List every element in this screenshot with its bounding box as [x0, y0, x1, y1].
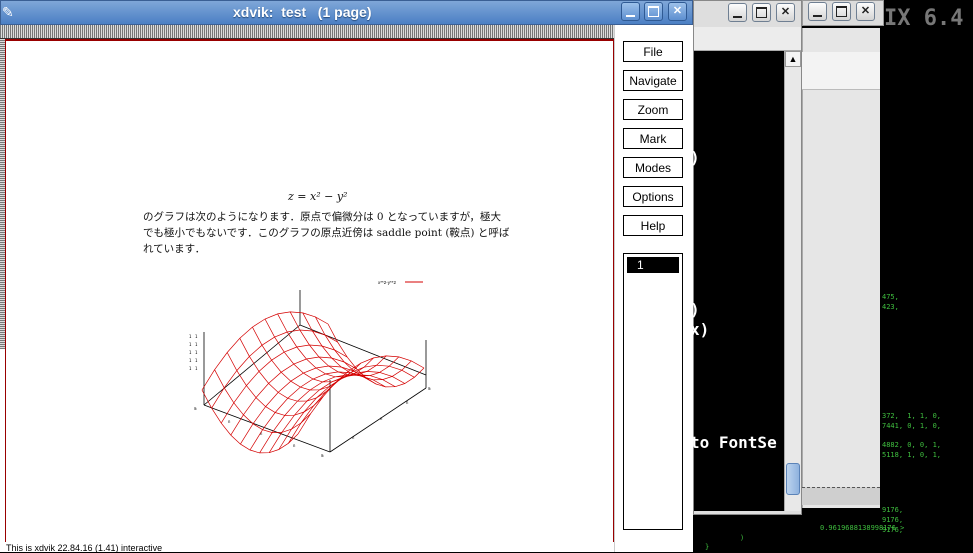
- minimize-icon[interactable]: [728, 3, 747, 22]
- bg-line-11: ): [740, 534, 745, 542]
- mesh-line: [278, 371, 405, 450]
- svg-text:1: 1: [195, 366, 198, 371]
- help-button[interactable]: Help: [623, 215, 683, 236]
- legend: x**2-y**2: [378, 280, 423, 285]
- mesh-line: [201, 311, 329, 391]
- svg-text:m: m: [321, 453, 324, 458]
- z-tick-labels: 111 111 1111 mnnnm nnnm: [189, 334, 431, 458]
- mesh-line: [230, 356, 357, 436]
- bg-terminal-dash: [802, 487, 880, 505]
- close-icon[interactable]: [776, 3, 795, 22]
- svg-text:n: n: [293, 443, 296, 448]
- scroll-thumb[interactable]: [786, 463, 800, 495]
- file-button[interactable]: File: [623, 41, 683, 62]
- svg-text:1: 1: [195, 342, 198, 347]
- mesh-line: [239, 338, 337, 402]
- desktop-logo: IX 6.4: [884, 6, 964, 31]
- close-icon[interactable]: [856, 2, 875, 21]
- mesh-line: [302, 312, 400, 377]
- page-list-item[interactable]: 1: [627, 257, 679, 273]
- svg-text:1: 1: [189, 342, 192, 347]
- mark-button[interactable]: Mark: [623, 128, 683, 149]
- svg-text:1: 1: [189, 334, 192, 339]
- bg-line-8: 9176,: [882, 516, 904, 524]
- bg-line-4: 7441, 0, 1, 0,: [882, 422, 942, 430]
- navigate-button[interactable]: Navigate: [623, 70, 683, 91]
- mesh-line: [277, 313, 374, 378]
- maximize-icon[interactable]: [752, 3, 771, 22]
- bg-terminal-panel: [802, 28, 880, 508]
- xdvik-window: ✎ xdvik: test (1 page) z = x² − y² のグラフは…: [0, 0, 693, 553]
- svg-text:1: 1: [195, 350, 198, 355]
- equation: z = x² − y²: [288, 190, 348, 203]
- bg-line-1: 475,: [882, 293, 899, 301]
- maximize-icon[interactable]: [832, 2, 851, 21]
- close-icon[interactable]: [668, 2, 687, 21]
- bg-line-2: 423,: [882, 303, 899, 311]
- legend-label: x**2-y**2: [378, 280, 397, 285]
- svg-text:1: 1: [189, 366, 192, 371]
- svg-text:m: m: [428, 386, 431, 391]
- svg-text:m: m: [194, 406, 197, 411]
- scroll-up-icon[interactable]: ▲: [785, 51, 801, 67]
- terminal-tabstrip: [694, 27, 801, 51]
- svg-text:n: n: [228, 419, 231, 424]
- bg-line-6: 5118, 1, 0, 1,: [882, 451, 942, 459]
- bg-line-12: }: [705, 543, 710, 551]
- mesh-line: [226, 352, 324, 416]
- mesh-line: [288, 364, 415, 444]
- minimize-icon[interactable]: [621, 2, 640, 21]
- window-title: xdvik: test (1 page): [233, 4, 372, 20]
- bg-terminal-toolbar: [802, 52, 880, 90]
- bg-line-5: 4882, 0, 0, 1,: [882, 441, 942, 449]
- terminal-line-4: to FontSe: [690, 433, 777, 452]
- saddle-mesh: [201, 311, 425, 454]
- bg-line-7: 9176,: [882, 506, 904, 514]
- xdvik-titlebar[interactable]: ✎ xdvik: test (1 page): [0, 0, 693, 25]
- terminal-scrollbar[interactable]: ▲: [784, 51, 801, 511]
- svg-text:1: 1: [195, 358, 198, 363]
- bg-line-10: 0.9619688138998176 >: [820, 524, 905, 532]
- app-icon: ✎: [2, 4, 14, 20]
- minimize-icon[interactable]: [808, 2, 827, 21]
- bg-line-3: 372, 1, 1, 0,: [882, 412, 942, 420]
- page-list[interactable]: 1: [623, 253, 683, 530]
- svg-text:1: 1: [195, 334, 198, 339]
- modes-button[interactable]: Modes: [623, 157, 683, 178]
- maximize-icon[interactable]: [644, 2, 663, 21]
- svg-text:n: n: [406, 400, 409, 405]
- bg-window-right: IX 6.4: [802, 0, 973, 552]
- ruler-strip: [0, 25, 614, 39]
- svg-text:1: 1: [189, 358, 192, 363]
- saddle-plot: 111 111 1111 mnnnm nnnm x**2-y**2: [189, 280, 431, 458]
- paragraph-line-3: れています．: [143, 243, 206, 255]
- options-button[interactable]: Options: [623, 186, 683, 207]
- zoom-button[interactable]: Zoom: [623, 99, 683, 120]
- svg-text:1: 1: [189, 350, 192, 355]
